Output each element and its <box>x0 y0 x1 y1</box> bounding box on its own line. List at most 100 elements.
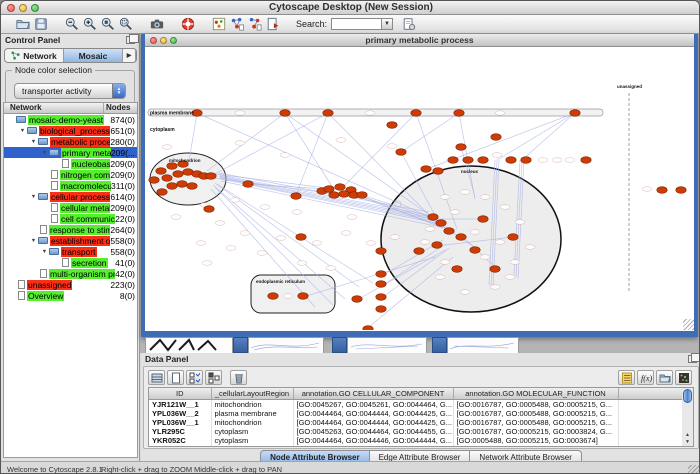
tree-row[interactable]: cellular metabo209(0) <box>4 202 137 213</box>
tree-row[interactable]: multi-organism pro42(0) <box>4 268 137 279</box>
matrix-button[interactable] <box>675 370 692 385</box>
gene-node[interactable] <box>456 234 466 241</box>
column-select-button[interactable] <box>148 370 165 385</box>
gene-node[interactable] <box>376 281 386 288</box>
network-tool-b-button[interactable] <box>247 16 263 32</box>
export-button[interactable] <box>265 16 281 32</box>
tab-network[interactable]: Network <box>5 49 64 62</box>
gene-node[interactable] <box>452 266 462 273</box>
gene-node[interactable] <box>570 110 580 117</box>
annotate-button[interactable] <box>401 16 417 32</box>
import-attributes-button[interactable] <box>656 370 673 385</box>
table-row[interactable]: YPL036W__2plasma membrane[GO:0044464, GO… <box>149 409 683 418</box>
gene-node[interactable] <box>162 175 172 182</box>
gene-node[interactable] <box>428 214 438 221</box>
gene-node[interactable] <box>298 293 308 300</box>
gene-node[interactable] <box>204 206 214 213</box>
gene-node[interactable] <box>291 193 301 200</box>
color-attribute-dropdown[interactable]: transporter activity <box>14 83 126 99</box>
gene-node[interactable] <box>490 266 500 273</box>
float-panel-icon[interactable] <box>688 355 697 363</box>
gene-node[interactable] <box>173 171 183 178</box>
canvas-resize-grip[interactable] <box>683 319 694 330</box>
search-dropdown-arrow[interactable]: ▼ <box>381 18 393 30</box>
tree-row[interactable]: unassigned223(0) <box>4 279 137 290</box>
scrollbar-arrows[interactable]: ▲▼ <box>682 432 693 446</box>
zoom-out-button[interactable] <box>64 16 80 32</box>
expand-arrow-icon[interactable]: ▼ <box>29 194 38 200</box>
gene-node[interactable] <box>432 242 442 249</box>
gene-node[interactable] <box>506 157 516 164</box>
gene-node[interactable] <box>508 234 518 241</box>
tree-row[interactable]: secretion41(0) <box>4 257 137 268</box>
table-row[interactable]: YLR295Ccytoplasm[GO:0045263, GO:0044464,… <box>149 427 683 436</box>
gene-node[interactable] <box>157 189 167 196</box>
gene-node[interactable] <box>376 248 386 255</box>
gene-node[interactable] <box>156 168 166 175</box>
gene-node[interactable] <box>376 294 386 301</box>
gene-node[interactable] <box>657 187 667 194</box>
zoom-fit-button[interactable] <box>100 16 116 32</box>
tree-row[interactable]: cell communicat22(0) <box>4 213 137 224</box>
gene-node[interactable] <box>268 293 278 300</box>
background-window-edge[interactable] <box>332 337 347 353</box>
background-window-edge[interactable] <box>233 337 248 353</box>
gene-node[interactable] <box>363 326 373 330</box>
column-header[interactable]: annotation.GO CELLULAR_COMPONENT <box>293 388 453 399</box>
background-window-fragment[interactable] <box>347 337 427 353</box>
gene-node[interactable] <box>335 184 345 191</box>
background-window-edge[interactable] <box>432 337 447 353</box>
expand-arrow-icon[interactable]: ▼ <box>18 128 27 134</box>
column-header[interactable]: annotation.GO MOLECULAR_FUNCTION <box>453 388 618 399</box>
network-tool-a-button[interactable] <box>229 16 245 32</box>
gene-node[interactable] <box>187 183 197 190</box>
gene-node[interactable] <box>491 134 501 141</box>
expand-arrow-icon[interactable]: ▼ <box>40 249 49 255</box>
expand-arrow-icon[interactable]: ▼ <box>29 139 38 145</box>
gene-node[interactable] <box>387 122 397 129</box>
table-scrollbar[interactable]: ▲▼ <box>682 387 694 447</box>
gene-node[interactable] <box>329 192 339 199</box>
gene-node[interactable] <box>436 220 446 227</box>
attribute-list-button[interactable] <box>618 370 635 385</box>
column-header[interactable]: ID <box>149 388 211 399</box>
gene-node[interactable] <box>414 248 424 255</box>
gene-node[interactable] <box>376 271 386 278</box>
tree-row[interactable]: ▼cellular process614(0) <box>4 191 137 202</box>
gene-node[interactable] <box>411 110 421 117</box>
gene-node[interactable] <box>421 166 431 173</box>
table-row[interactable]: YJR121W__1mitochondrion[GO:0045267, GO:0… <box>149 399 683 409</box>
tab-overflow-arrow[interactable]: ▶ <box>123 49 136 62</box>
gene-node[interactable] <box>433 168 443 175</box>
gene-node[interactable] <box>352 296 362 303</box>
select-attributes-button[interactable] <box>186 370 203 385</box>
gene-node[interactable] <box>280 110 290 117</box>
zoom-selected-button[interactable] <box>118 16 134 32</box>
search-input[interactable] <box>331 18 381 30</box>
gene-node[interactable] <box>243 181 253 188</box>
gene-node[interactable] <box>470 247 480 254</box>
tree-row[interactable]: macromolecule311(0) <box>4 180 137 191</box>
network-window-titlebar[interactable]: primary metabolic process <box>145 34 694 47</box>
gene-node[interactable] <box>206 173 216 180</box>
tree-row[interactable]: ▼transport558(0) <box>4 246 137 257</box>
tree-row[interactable]: nucleobase-209(0) <box>4 158 137 169</box>
float-panel-icon[interactable] <box>126 36 135 44</box>
tree-row[interactable]: ▼primary metabo209(... <box>4 147 137 158</box>
gene-node[interactable] <box>521 157 531 164</box>
gene-node[interactable] <box>463 157 473 164</box>
save-button[interactable] <box>33 16 49 32</box>
gene-node[interactable] <box>323 110 333 117</box>
gene-node[interactable] <box>296 234 306 241</box>
function-builder-button[interactable]: f(x) <box>637 370 654 385</box>
table-row[interactable]: YDR039C__1mitochondrion[GO:0044464, GO:0… <box>149 445 683 448</box>
delete-attribute-button[interactable] <box>230 370 247 385</box>
gene-node[interactable] <box>444 228 454 235</box>
gene-node[interactable] <box>581 157 591 164</box>
tree-row[interactable]: mosaic-demo-yeast874(0) <box>4 114 137 125</box>
network-canvas[interactable]: plasma membrane cytoplasm mitochondrion … <box>145 47 694 330</box>
expand-arrow-icon[interactable]: ▼ <box>40 150 49 156</box>
gene-node[interactable] <box>456 144 466 151</box>
gene-node[interactable] <box>676 187 686 194</box>
gene-node[interactable] <box>324 186 334 193</box>
